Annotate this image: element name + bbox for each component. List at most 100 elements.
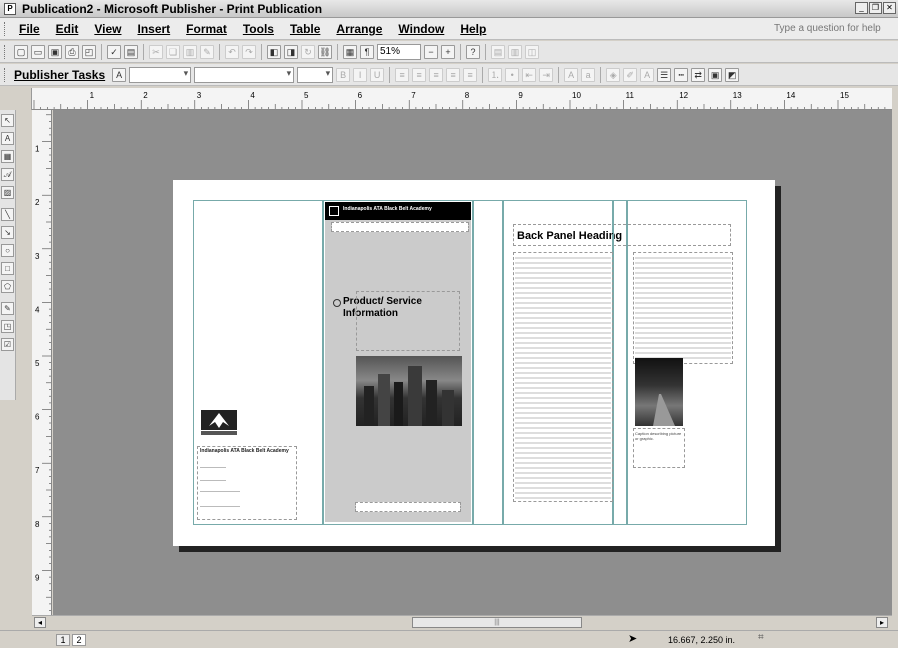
bring-front-icon[interactable]: ◧ bbox=[267, 44, 281, 59]
send-back-icon[interactable]: ◨ bbox=[284, 44, 298, 59]
align-left-icon[interactable]: ≡ bbox=[395, 67, 410, 82]
brochure-page[interactable]: Indianapolis ATA Black Belt Academy Indi… bbox=[173, 180, 775, 546]
rectangle-icon[interactable]: □ bbox=[1, 262, 14, 275]
arrow-icon[interactable]: ↘ bbox=[1, 226, 14, 239]
spelling-icon[interactable]: ✓ bbox=[107, 44, 121, 59]
picture-frame-icon[interactable]: ▨ bbox=[1, 186, 14, 199]
ruler-corner[interactable] bbox=[0, 88, 32, 110]
footer-text-box[interactable] bbox=[355, 502, 461, 512]
format-icon-3[interactable]: ◫ bbox=[525, 44, 539, 59]
new-icon[interactable]: ▢ bbox=[14, 44, 28, 59]
grow-font-icon[interactable]: A bbox=[564, 67, 579, 82]
menu-format[interactable]: Format bbox=[178, 22, 235, 36]
autoshapes-icon[interactable]: ⬠ bbox=[1, 280, 14, 293]
format-toolbar-grip[interactable] bbox=[4, 67, 7, 82]
city-photo[interactable] bbox=[356, 356, 462, 426]
vertical-ruler[interactable]: 1 2 3 4 5 6 7 8 9 bbox=[32, 110, 52, 615]
publisher-app-icon[interactable]: P bbox=[4, 2, 16, 15]
open-icon[interactable]: ▭ bbox=[31, 44, 45, 59]
close-button[interactable]: ✕ bbox=[883, 2, 896, 14]
special-characters-icon[interactable]: ¶ bbox=[360, 44, 374, 59]
print-icon[interactable]: ⎙ bbox=[65, 44, 79, 59]
toolbar-grip[interactable] bbox=[4, 44, 7, 59]
arrow-style-icon[interactable]: ⇄ bbox=[691, 67, 706, 82]
distribute-icon[interactable]: ≡ bbox=[463, 67, 478, 82]
scroll-left-button[interactable]: ◂ bbox=[34, 617, 46, 628]
increase-indent-icon[interactable]: ⇥ bbox=[539, 67, 554, 82]
font-color-icon[interactable]: A bbox=[640, 67, 655, 82]
paste-icon[interactable]: ▥ bbox=[183, 44, 197, 59]
menu-tools[interactable]: Tools bbox=[235, 22, 282, 36]
font-combo[interactable] bbox=[194, 66, 295, 83]
fill-color-icon[interactable]: ◈ bbox=[606, 67, 621, 82]
line-color-icon[interactable]: ✐ bbox=[623, 67, 638, 82]
align-center-icon[interactable]: ≡ bbox=[412, 67, 427, 82]
org-name-banner[interactable]: Indianapolis ATA Black Belt Academy bbox=[325, 202, 471, 220]
italic-icon[interactable]: I bbox=[353, 67, 368, 82]
zoom-select[interactable]: 51% bbox=[377, 43, 421, 60]
horizontal-scrollbar[interactable]: ◂ ||| ▸ bbox=[32, 615, 892, 629]
zoom-in-icon[interactable]: + bbox=[441, 44, 455, 59]
style-combo[interactable] bbox=[129, 66, 192, 83]
copy-icon[interactable]: ❏ bbox=[166, 44, 180, 59]
underline-icon[interactable]: U bbox=[370, 67, 385, 82]
menu-arrange[interactable]: Arrange bbox=[328, 22, 390, 36]
address-box[interactable]: Indianapolis ATA Black Belt Academy bbox=[197, 446, 297, 520]
shadow-style-icon[interactable]: ▣ bbox=[708, 67, 723, 82]
hot-spot-icon[interactable]: ◳ bbox=[1, 320, 14, 333]
logo-image[interactable] bbox=[201, 410, 237, 436]
publication-workspace[interactable]: Indianapolis ATA Black Belt Academy Indi… bbox=[53, 110, 892, 615]
minimize-button[interactable]: _ bbox=[855, 2, 868, 14]
styles-icon[interactable]: A bbox=[112, 67, 127, 82]
insert-table-icon[interactable]: ▦ bbox=[1, 150, 14, 163]
font-size-combo[interactable] bbox=[297, 66, 334, 83]
zoom-out-icon[interactable]: − bbox=[424, 44, 438, 59]
insert-hyperlink-icon[interactable]: ⛓ bbox=[318, 44, 332, 59]
publisher-tasks-button[interactable]: Publisher Tasks bbox=[14, 68, 105, 82]
question-box[interactable]: Type a question for help bbox=[774, 21, 884, 37]
numbering-icon[interactable]: ⒈ bbox=[488, 67, 503, 82]
bold-icon[interactable]: B bbox=[336, 67, 351, 82]
align-right-icon[interactable]: ≡ bbox=[429, 67, 444, 82]
wordart-icon[interactable]: 𝒜 bbox=[1, 168, 14, 181]
format-icon-2[interactable]: ▥ bbox=[508, 44, 522, 59]
decrease-indent-icon[interactable]: ⇤ bbox=[522, 67, 537, 82]
oval-icon[interactable]: ○ bbox=[1, 244, 14, 257]
bullets-icon[interactable]: • bbox=[505, 67, 520, 82]
form-control-icon[interactable]: ☑ bbox=[1, 338, 14, 351]
restore-button[interactable]: ❐ bbox=[869, 2, 882, 14]
menu-file[interactable]: File bbox=[11, 22, 48, 36]
rotate-icon[interactable]: ↻ bbox=[301, 44, 315, 59]
dash-style-icon[interactable]: ┅ bbox=[674, 67, 689, 82]
caption-box[interactable]: Caption describing picture or graphic. bbox=[633, 428, 685, 468]
horizontal-ruler[interactable]: 12345678910111213141516 bbox=[32, 88, 898, 110]
design-gallery-icon[interactable]: ✎ bbox=[1, 302, 14, 315]
menu-view[interactable]: View bbox=[86, 22, 129, 36]
select-objects-icon[interactable]: ↖ bbox=[1, 114, 14, 127]
research-icon[interactable]: ▤ bbox=[124, 44, 138, 59]
redo-icon[interactable]: ↷ bbox=[242, 44, 256, 59]
tagline-box[interactable] bbox=[331, 222, 469, 232]
undo-icon[interactable]: ↶ bbox=[225, 44, 239, 59]
format-painter-icon[interactable]: ✎ bbox=[200, 44, 214, 59]
help-icon[interactable]: ? bbox=[466, 44, 480, 59]
text-box-icon[interactable]: A bbox=[1, 132, 14, 145]
menu-window[interactable]: Window bbox=[390, 22, 452, 36]
menu-help[interactable]: Help bbox=[452, 22, 494, 36]
menu-edit[interactable]: Edit bbox=[48, 22, 87, 36]
menu-table[interactable]: Table bbox=[282, 22, 328, 36]
cut-icon[interactable]: ✂ bbox=[149, 44, 163, 59]
3d-style-icon[interactable]: ◩ bbox=[725, 67, 740, 82]
page-2-button[interactable]: 2 bbox=[72, 634, 86, 646]
menubar-grip[interactable] bbox=[4, 21, 7, 36]
heading-text-frame[interactable] bbox=[356, 291, 460, 351]
save-icon[interactable]: ▣ bbox=[48, 44, 62, 59]
scroll-thumb[interactable]: ||| bbox=[412, 617, 582, 628]
format-icon-1[interactable]: ▤ bbox=[491, 44, 505, 59]
justify-icon[interactable]: ≡ bbox=[446, 67, 461, 82]
highway-photo[interactable] bbox=[635, 358, 683, 426]
shrink-font-icon[interactable]: a bbox=[581, 67, 596, 82]
vertical-scrollbar[interactable] bbox=[892, 88, 898, 615]
print-preview-icon[interactable]: ◰ bbox=[82, 44, 96, 59]
line-icon[interactable]: ╲ bbox=[1, 208, 14, 221]
